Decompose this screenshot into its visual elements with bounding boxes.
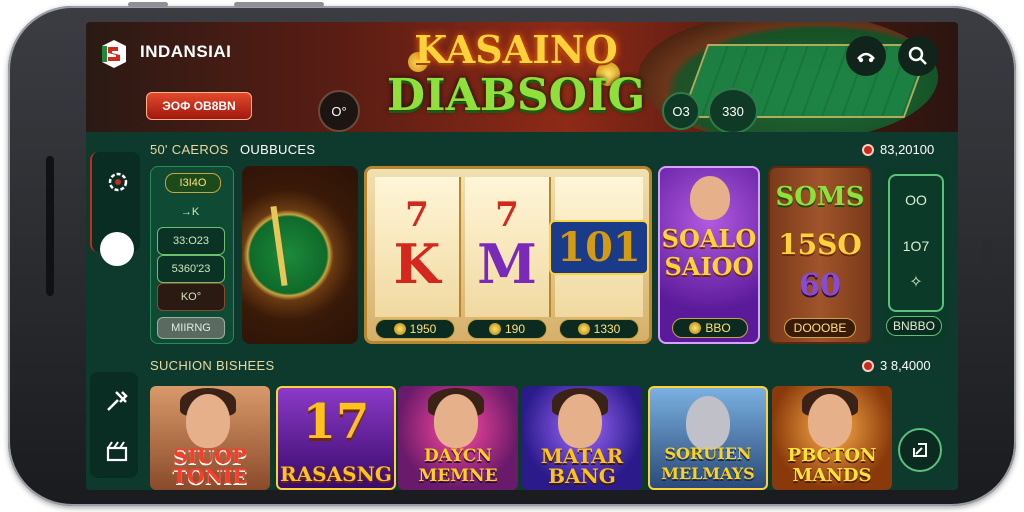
header-circle-button[interactable]: O° <box>318 90 360 132</box>
stats-button[interactable]: MIIRNG <box>157 317 225 339</box>
purple-amount: BBO <box>672 318 748 338</box>
game-card-title: DAYCN MEMNE <box>418 446 498 486</box>
stats-row: 5360'23 <box>157 255 225 283</box>
stat-circle-2[interactable]: 330 <box>708 88 758 134</box>
wood-title-1: SOMS <box>775 182 865 212</box>
content-panel: 50' CAEROS OUBBUCES 83,20100 I3I4O →K 33… <box>86 132 958 490</box>
share-button[interactable] <box>846 36 886 76</box>
game-card[interactable]: 17 RASASNG <box>276 386 396 490</box>
title-line-2: DIABSOIG <box>386 70 646 121</box>
reel-2-amount: 190 <box>467 319 547 339</box>
search-button[interactable] <box>898 36 938 76</box>
clapper-icon[interactable] <box>104 438 130 464</box>
promo-button[interactable]: ЭOФ OB8BN <box>146 92 252 120</box>
character-face <box>186 394 230 448</box>
character-face <box>686 396 730 450</box>
character-face <box>808 394 852 448</box>
toggle-knob[interactable] <box>100 232 134 266</box>
game-card[interactable]: SIUOP TONIE <box>150 386 270 490</box>
amount-value: 1330 <box>593 322 621 336</box>
logo-icon[interactable] <box>98 38 130 70</box>
shrink-icon <box>913 443 927 457</box>
side-stats-tile[interactable]: OO 1O7 ✧ BNBBO <box>884 166 948 344</box>
reel-3: 101 <box>549 177 649 317</box>
stat-circle-1[interactable]: O3 <box>662 92 700 130</box>
reel-main-symbol: K <box>393 232 441 296</box>
section-label-bottom: SUCHION BISHEES <box>150 358 275 373</box>
header-banner: INDANSIAI KASAINO DIABSOIG ЭOФ OB8BN O° … <box>86 22 958 142</box>
wood-title-3: 60 <box>799 268 841 303</box>
balance-bottom: 3 8,4000 <box>862 358 931 373</box>
chip-icon <box>862 359 874 372</box>
app-screen: INDANSIAI KASAINO DIABSOIG ЭOФ OB8BN O° … <box>86 22 958 490</box>
character-face <box>690 176 730 220</box>
game-card-title: RASASNG <box>280 462 392 486</box>
reel-top-symbol: 7 <box>405 195 429 235</box>
shrink-button[interactable] <box>898 428 942 472</box>
amount-value: 1950 <box>409 322 437 336</box>
reel-1-amount: 1950 <box>375 319 455 339</box>
chip-icon <box>862 143 874 156</box>
casino-title: KASAINO DIABSOIG <box>386 28 646 120</box>
power-button <box>234 2 324 7</box>
coin-icon <box>488 323 501 335</box>
wood-button[interactable]: DOOOBE <box>784 318 856 338</box>
side-stats-button[interactable]: BNBBO <box>886 316 942 336</box>
stats-row: →K <box>180 206 200 218</box>
purple-title-2: SAIOO <box>664 252 754 281</box>
stats-row: KO° <box>157 283 225 311</box>
reel-top-symbol: 7 <box>495 195 519 235</box>
game-card[interactable]: SORUIEN MELMAYS <box>648 386 768 490</box>
coin-icon <box>577 323 590 335</box>
reel-3-amount: 1330 <box>559 319 639 339</box>
sparkle-icon: ✧ <box>909 274 923 291</box>
reel-main-symbol: M <box>477 232 537 296</box>
brand-name: INDANSIAI <box>140 42 232 61</box>
balance-bottom-value: 3 8,4000 <box>880 358 931 373</box>
game-card[interactable]: DAYCN MEMNE <box>398 386 518 490</box>
stats-badge: I3I4O <box>165 173 221 193</box>
title-line-1: KASAINO <box>414 27 618 72</box>
character-face <box>558 394 602 448</box>
coin-icon <box>689 322 702 334</box>
character-face <box>434 394 478 448</box>
reel-main-symbol: 101 <box>549 219 649 275</box>
amount-value: BBO <box>705 321 731 335</box>
balance-top: 83,20100 <box>862 142 934 157</box>
game-card-title: SIUOP TONIE <box>172 444 248 488</box>
reel-1: 7 K <box>375 177 461 317</box>
roulette-spindle <box>270 205 288 287</box>
section-label-left: 50' CAEROS <box>150 142 229 157</box>
amount-value: 190 <box>504 322 526 336</box>
game-card-number: 17 <box>302 394 370 450</box>
settings-icon[interactable] <box>104 168 132 196</box>
share-icon <box>857 52 875 63</box>
coin-icon <box>393 323 406 335</box>
purple-title-1: SOALO <box>661 224 757 253</box>
search-icon <box>908 46 927 65</box>
slot-machine-tile[interactable]: 7 K 7 M 101 1950 190 1330 <box>364 166 652 344</box>
game-card-title: PBCTON MANDS <box>787 445 877 486</box>
reel-2: 7 M <box>465 177 551 317</box>
roulette-tile[interactable] <box>242 166 358 344</box>
game-card-title: SORUIEN MELMAYS <box>661 444 755 483</box>
balance-top-value: 83,20100 <box>880 142 935 157</box>
game-card[interactable]: PBCTON MANDS <box>772 386 892 490</box>
volume-button <box>128 2 168 7</box>
side-stat-1: OO <box>905 192 927 208</box>
game-card-title: MATAR BANG <box>540 444 624 488</box>
tools-icon[interactable] <box>102 386 132 416</box>
stats-card[interactable]: I3I4O →K 33:O23 5360'23 KO° MIIRNG <box>150 166 234 344</box>
wood-title-2: 15SO <box>778 228 862 261</box>
promo-tile-purple[interactable]: SOALO SAIOO BBO <box>658 166 760 344</box>
section-label-mid: OUBBUCES <box>240 142 316 157</box>
camera-notch <box>46 156 54 296</box>
side-stat-2: 1O7 <box>902 238 930 254</box>
side-sensor <box>982 240 992 280</box>
stats-row: 33:O23 <box>157 227 225 255</box>
game-card[interactable]: MATAR BANG <box>522 386 642 490</box>
promo-tile-wood[interactable]: SOMS 15SO 60 DOOOBE <box>768 166 872 344</box>
